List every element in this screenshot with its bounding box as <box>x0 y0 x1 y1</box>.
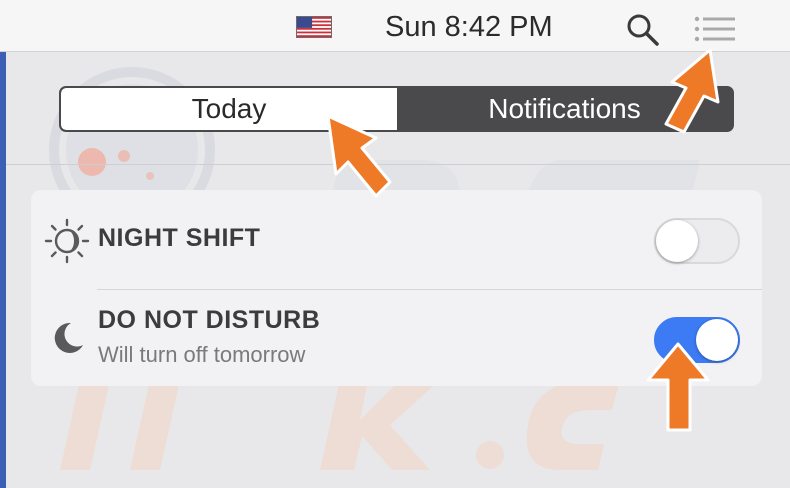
do-not-disturb-toggle[interactable] <box>654 317 740 363</box>
do-not-disturb-label: DO NOT DISTURB <box>98 306 321 334</box>
night-shift-label: NIGHT SHIFT <box>98 224 261 252</box>
night-shift-icon <box>44 218 90 264</box>
row-divider <box>97 289 762 290</box>
toggle-knob <box>656 220 698 262</box>
tab-notifications[interactable]: Notifications <box>397 88 732 130</box>
do-not-disturb-subtitle: Will turn off tomorrow <box>98 342 306 367</box>
menu-bar: Sun 8:42 PM <box>0 0 790 52</box>
night-shift-toggle[interactable] <box>654 218 740 264</box>
section-divider <box>6 164 790 165</box>
list-icon[interactable] <box>694 16 736 42</box>
menubar-clock[interactable]: Sun 8:42 PM <box>385 11 553 44</box>
toggle-knob <box>696 319 738 361</box>
screen: Sun 8:42 PM Today Notifications NIGHT SH… <box>0 0 790 488</box>
today-notifications-segmented-control: Today Notifications <box>59 86 734 132</box>
moon-icon <box>54 322 83 353</box>
tab-today[interactable]: Today <box>61 88 397 130</box>
us-flag-icon[interactable] <box>296 16 332 38</box>
search-icon[interactable] <box>626 13 660 47</box>
